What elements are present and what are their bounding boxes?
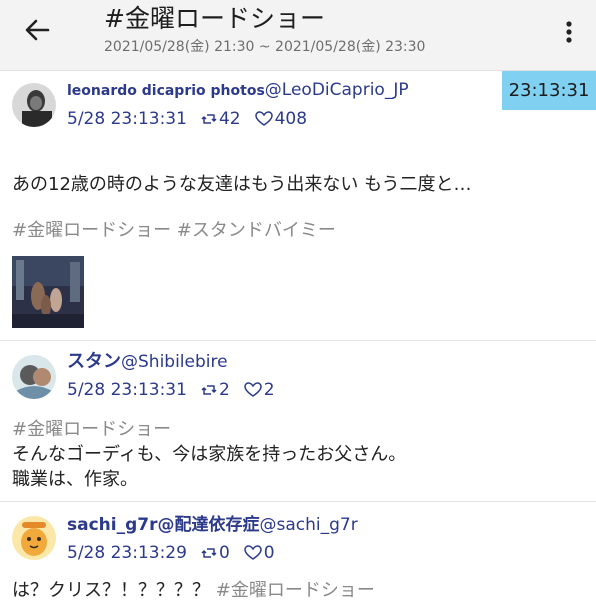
like-count[interactable]: 408: [254, 108, 307, 130]
tweet-text: 職業は、作家。: [12, 469, 138, 490]
avatar[interactable]: [12, 355, 56, 399]
media-photo-icon: [12, 256, 84, 328]
tweet-meta: 5/28 23:13:29 0 0: [67, 542, 275, 564]
heart-icon: [244, 382, 262, 397]
timestamp: 5/28 23:13:31: [67, 380, 187, 400]
arrow-back-icon: [25, 19, 50, 41]
tweet-meta: 5/28 23:13:31 2 2: [67, 379, 275, 401]
tweet-item[interactable]: leonardo dicaprio photos@LeoDiCaprio_JP …: [0, 70, 596, 340]
tweet-meta: 5/28 23:13:31 42 408: [67, 108, 307, 130]
tweet-item[interactable]: スタン@Shibilebire 5/28 23:13:31 2 2 #金曜ロード…: [0, 341, 596, 501]
tweet-text: そんなゴーディも、今は家族を持ったお父さん。: [12, 444, 407, 465]
profile-photo-icon: [12, 83, 56, 127]
retweet-count[interactable]: 2: [201, 379, 230, 401]
back-button[interactable]: [18, 10, 58, 50]
screen-name: @Shibilebire: [121, 352, 228, 372]
display-name: sachi_g7r@配達依存症: [67, 515, 260, 535]
heart-icon: [254, 111, 273, 126]
avatar[interactable]: [12, 83, 56, 127]
tweet-text: あの12歳の時のような友達はもう出来ない もう二度と…: [12, 174, 472, 195]
like-count[interactable]: 2: [244, 379, 275, 401]
display-name: leonardo dicaprio photos: [67, 83, 265, 99]
tweet-hashtag[interactable]: #金曜ロードショー: [12, 417, 171, 442]
retweet-icon: [201, 114, 217, 124]
heart-icon: [244, 545, 262, 560]
app-header: #金曜ロードショー 2021/05/28(金) 21:30 ~ 2021/05/…: [0, 0, 596, 71]
retweet-count[interactable]: 0: [201, 542, 230, 564]
timestamp: 5/28 23:13:31: [67, 109, 187, 129]
retweet-icon: [201, 385, 217, 395]
screen-name: @sachi_g7r: [259, 515, 358, 535]
time-range: 2021/05/28(金) 21:30 ~ 2021/05/28(金) 23:3…: [104, 39, 426, 55]
like-count[interactable]: 0: [244, 542, 275, 564]
tweet-item[interactable]: sachi_g7r@配達依存症@sachi_g7r 5/28 23:13:29 …: [0, 502, 596, 601]
display-name: スタン: [67, 351, 121, 372]
retweet-icon: [201, 548, 217, 558]
tweet-hashtag[interactable]: #金曜ロードショー: [216, 580, 375, 601]
profile-photo-icon: [12, 355, 56, 399]
page-title: #金曜ロードショー: [104, 4, 325, 33]
more-vert-icon: [566, 21, 572, 43]
avatar[interactable]: [12, 516, 56, 560]
tweet-media-thumbnail[interactable]: [12, 256, 84, 328]
timestamp: 5/28 23:13:29: [67, 543, 187, 563]
profile-photo-icon: [12, 516, 56, 560]
tweet-text: は？クリス？！？？？？ #金曜ロードショー: [12, 580, 375, 601]
overflow-menu-button[interactable]: [552, 8, 586, 52]
screen-name: @LeoDiCaprio_JP: [264, 80, 409, 100]
retweet-count[interactable]: 42: [201, 108, 241, 130]
tweet-hashtags[interactable]: #金曜ロードショー #スタンドバイミー: [12, 218, 336, 243]
